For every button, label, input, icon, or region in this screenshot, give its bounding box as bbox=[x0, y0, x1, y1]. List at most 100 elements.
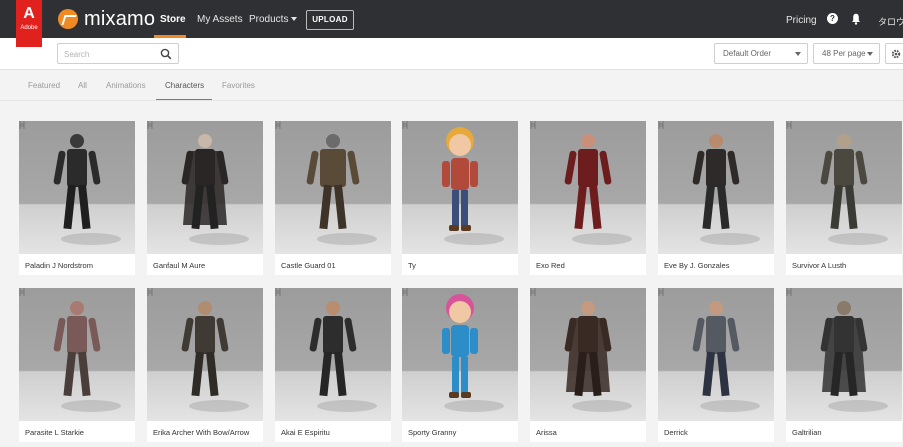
adobe-logo-word: Adobe bbox=[20, 25, 38, 31]
figure-leg-right bbox=[717, 184, 730, 230]
figure-shadow bbox=[61, 233, 121, 245]
character-card[interactable]: Ganfaul M Aure bbox=[147, 121, 263, 275]
figure-torso bbox=[323, 316, 343, 354]
archer-icon bbox=[181, 301, 249, 412]
character-name: Galtrilian bbox=[792, 428, 822, 437]
figure-arm-left bbox=[306, 150, 319, 185]
dark-warrior-icon bbox=[181, 134, 249, 245]
character-card[interactable]: Parasite L Starkie bbox=[19, 288, 135, 442]
figure-leg-right bbox=[589, 184, 602, 230]
character-name: Derrick bbox=[664, 428, 688, 437]
figure-arm-left bbox=[309, 317, 322, 352]
rig-icon bbox=[402, 288, 408, 296]
survivor-icon bbox=[820, 134, 888, 245]
figure-torso bbox=[451, 158, 469, 190]
character-thumbnail[interactable] bbox=[530, 121, 646, 254]
character-card[interactable]: Arissa bbox=[530, 288, 646, 442]
figure-head bbox=[581, 134, 595, 148]
figure-shadow bbox=[444, 400, 504, 412]
character-card[interactable]: Eve By J. Gonzales bbox=[658, 121, 774, 275]
figure-head bbox=[70, 134, 84, 148]
figure-head bbox=[837, 134, 851, 148]
character-card[interactable]: Survivor A Lusth bbox=[786, 121, 902, 275]
character-thumbnail[interactable] bbox=[147, 288, 263, 421]
figure-shadow bbox=[317, 400, 377, 412]
character-card[interactable]: Exo Red bbox=[530, 121, 646, 275]
figure-shoe-left bbox=[449, 392, 459, 398]
figure-arm-left bbox=[564, 150, 577, 185]
character-thumbnail[interactable] bbox=[275, 121, 391, 254]
character-thumbnail[interactable] bbox=[786, 288, 902, 421]
rig-icon bbox=[530, 288, 536, 296]
character-thumbnail[interactable] bbox=[530, 288, 646, 421]
capped-man-icon bbox=[692, 301, 760, 412]
figure-head bbox=[581, 301, 595, 315]
character-card[interactable]: Galtrilian bbox=[786, 288, 902, 442]
figure-arm-left bbox=[442, 161, 450, 187]
figure-shoe-right bbox=[461, 225, 471, 231]
character-thumbnail[interactable] bbox=[402, 121, 518, 254]
figure-leg-right bbox=[717, 351, 730, 397]
character-card[interactable]: Sporty Granny bbox=[402, 288, 518, 442]
figure-head bbox=[709, 134, 723, 148]
figure-head bbox=[70, 301, 84, 315]
figure-shoe-left bbox=[449, 225, 459, 231]
character-name: Sporty Granny bbox=[408, 428, 457, 437]
character-thumbnail[interactable] bbox=[658, 121, 774, 254]
figure-shadow bbox=[189, 233, 249, 245]
figure-arm-right bbox=[347, 150, 360, 185]
figure-leg-left bbox=[702, 184, 715, 230]
figure-shadow bbox=[572, 400, 632, 412]
character-name: Parasite L Starkie bbox=[25, 428, 84, 437]
figure-shoe-right bbox=[461, 392, 471, 398]
figure-head bbox=[198, 301, 212, 315]
figure-leg-left bbox=[830, 184, 843, 230]
character-card[interactable]: Castle Guard 01 bbox=[275, 121, 391, 275]
figure-torso bbox=[451, 325, 469, 357]
figure-torso bbox=[67, 316, 87, 354]
character-name: Erika Archer With Bow/Arrow bbox=[153, 428, 250, 437]
character-thumbnail[interactable] bbox=[19, 288, 135, 421]
character-name: Survivor A Lusth bbox=[792, 261, 847, 270]
figure-leg-left bbox=[63, 351, 76, 397]
figure-arm-right bbox=[88, 317, 101, 352]
rig-icon bbox=[530, 121, 536, 129]
figure-shadow bbox=[61, 400, 121, 412]
hooded-ranger-icon bbox=[820, 301, 888, 412]
figure-arm-left bbox=[53, 317, 66, 352]
character-card[interactable]: Paladin J Nordstrom bbox=[19, 121, 135, 275]
figure-arm-right bbox=[470, 161, 478, 187]
character-card[interactable]: Ty bbox=[402, 121, 518, 275]
character-name: Paladin J Nordstrom bbox=[25, 261, 93, 270]
rig-icon bbox=[275, 121, 281, 129]
figure-shadow bbox=[700, 400, 760, 412]
figure-shadow bbox=[189, 400, 249, 412]
hooded-fighter-icon bbox=[309, 301, 377, 412]
character-thumbnail[interactable] bbox=[275, 288, 391, 421]
figure-arm-right bbox=[727, 317, 740, 352]
character-thumbnail[interactable] bbox=[19, 121, 135, 254]
figure-torso bbox=[578, 149, 598, 187]
figure-leg-right bbox=[461, 190, 468, 226]
exo-suit-icon bbox=[564, 134, 632, 245]
figure-leg-right bbox=[78, 351, 91, 397]
figure-torso bbox=[706, 149, 726, 187]
character-thumbnail[interactable] bbox=[147, 121, 263, 254]
character-thumbnail[interactable] bbox=[658, 288, 774, 421]
adobe-logo[interactable]: A Adobe bbox=[16, 0, 42, 47]
character-thumbnail[interactable] bbox=[786, 121, 902, 254]
character-card[interactable]: Erika Archer With Bow/Arrow bbox=[147, 288, 263, 442]
figure-leg-right bbox=[461, 357, 468, 393]
character-name: Akai E Espiritu bbox=[281, 428, 330, 437]
character-card[interactable]: Derrick bbox=[658, 288, 774, 442]
figure-arm-left bbox=[442, 328, 450, 354]
figure-leg-right bbox=[334, 184, 347, 230]
figure-head bbox=[709, 301, 723, 315]
figure-head bbox=[198, 134, 212, 148]
character-card[interactable]: Akai E Espiritu bbox=[275, 288, 391, 442]
character-thumbnail[interactable] bbox=[402, 288, 518, 421]
figure-leg-left bbox=[319, 351, 332, 397]
figure-torso bbox=[578, 316, 598, 354]
figure-leg-right bbox=[334, 351, 347, 397]
figure-torso bbox=[834, 149, 854, 187]
